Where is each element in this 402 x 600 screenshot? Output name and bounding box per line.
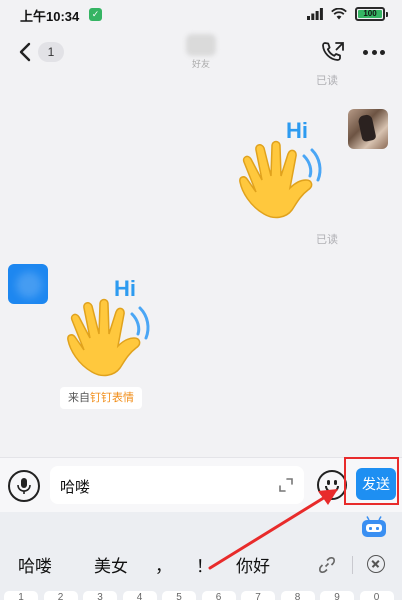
link-icon[interactable] [318,556,336,574]
close-icon[interactable] [367,555,385,573]
chat-header: 1 好友 [0,30,402,75]
more-options-button[interactable] [360,40,388,64]
voice-input-button[interactable] [8,470,40,502]
waving-hand-sticker: Hi [239,118,322,219]
dot-icon [363,49,368,55]
key[interactable]: 9 [320,591,354,600]
key[interactable]: 6 [201,591,236,600]
keyboard-area: 哈喽 美女 ， ！ 你好 1 2 3 4 5 6 7 8 9 0 [0,512,402,600]
key[interactable]: 8 [280,591,315,600]
key[interactable]: 4 [122,591,157,600]
key[interactable]: 5 [162,591,196,600]
status-indicators: 100 [307,7,388,21]
key[interactable]: 1 [4,591,38,600]
message-input-bar: 哈喽 [0,457,402,512]
read-receipt: 已读 [316,234,338,246]
sticker-message-received[interactable]: Hi [58,270,168,380]
sticker-caption: Hi [286,118,308,143]
dot-icon [371,49,377,55]
candidate-bar: 哈喽 美女 ， ！ 你好 [0,550,402,578]
candidate-word[interactable]: 哈喽 [18,552,52,577]
status-bar: 上午10:34 ✓ 100 [0,0,402,30]
message-input[interactable]: 哈喽 [50,466,304,504]
candidate-word[interactable]: ， [155,552,172,577]
smiley-icon [325,486,339,493]
candidate-word[interactable]: 美女 [94,552,128,577]
expand-icon[interactable] [278,477,294,493]
divider [352,556,353,574]
candidate-word[interactable]: 你好 [236,552,270,577]
phone-icon [322,42,344,61]
contact-avatar[interactable] [8,264,48,304]
source-link[interactable]: 钉钉表情 [90,392,134,404]
app-notification-icon: ✓ [89,8,102,21]
call-button[interactable] [320,40,346,64]
my-avatar[interactable] [348,109,388,149]
key[interactable]: 3 [83,591,117,600]
message-input-value: 哈喽 [60,479,91,496]
sticker-source-tag[interactable]: 来自钉钉表情 [60,387,142,409]
dot-icon [380,49,385,55]
signal-icon [307,8,323,20]
key[interactable]: 2 [43,591,78,600]
waving-hand-sticker: Hi [67,276,150,377]
sticker-message-sent[interactable]: Hi [230,112,340,222]
number-key-row: 1 2 3 4 5 6 7 8 9 0 [4,591,398,600]
candidate-word[interactable]: ！ [196,552,213,577]
contact-name-blurred[interactable] [186,34,216,56]
sticker-caption: Hi [114,276,136,301]
source-prefix: 来自 [68,392,90,404]
send-button[interactable]: 发送 [356,468,396,500]
read-receipt: 已读 [316,75,338,87]
status-time: 上午10:34 [20,9,80,24]
key[interactable]: 0 [359,591,394,600]
emoji-button[interactable] [317,470,347,500]
wifi-icon [331,8,347,20]
key[interactable]: 7 [241,591,275,600]
robot-assistant-icon[interactable] [360,516,388,538]
microphone-icon [17,478,31,494]
battery-icon: 100 [355,7,388,21]
battery-level: 100 [363,9,377,18]
